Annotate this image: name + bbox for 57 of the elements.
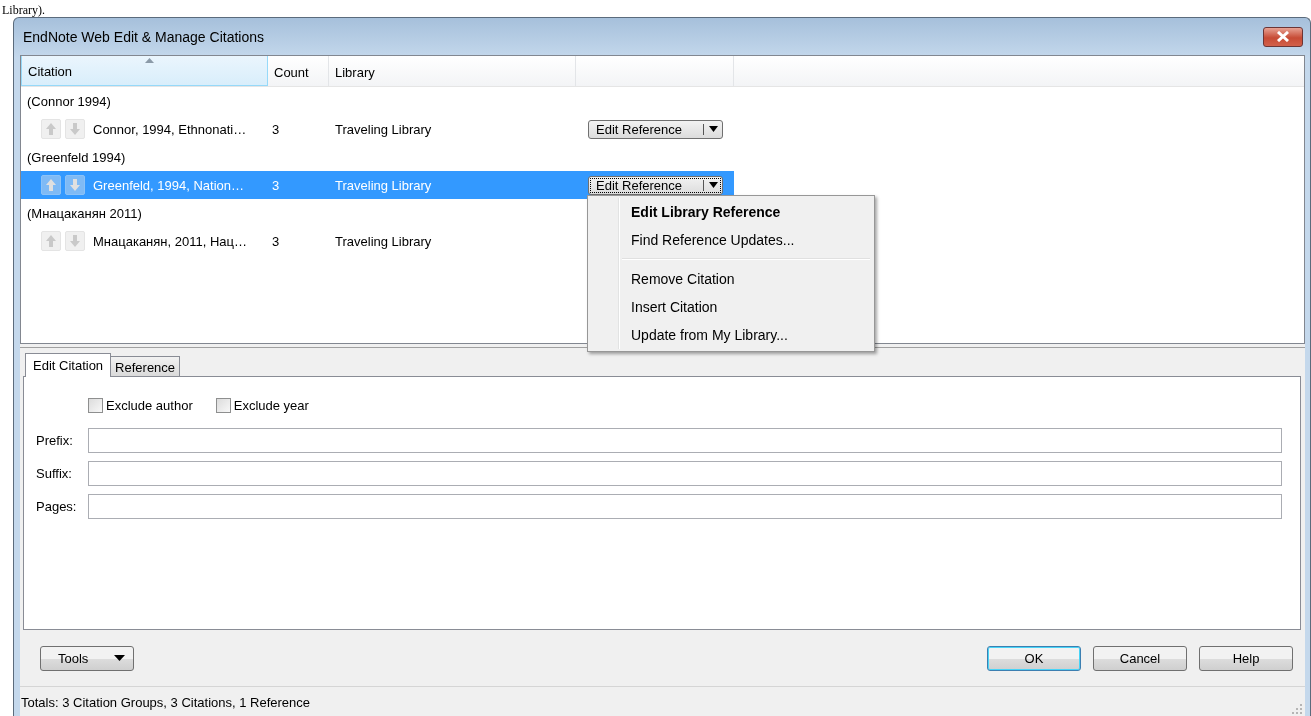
window-title: EndNote Web Edit & Manage Citations	[22, 28, 264, 45]
input-field[interactable]	[88, 494, 1282, 519]
menu-item[interactable]: Edit Library Reference	[590, 198, 872, 226]
input-field[interactable]	[88, 461, 1282, 486]
close-icon	[1276, 31, 1290, 42]
column-header[interactable]: Library	[329, 56, 576, 86]
library-text: Traveling Library	[334, 233, 433, 249]
menu-item[interactable]: Update from My Library...	[590, 321, 872, 349]
move-up-button[interactable]	[41, 175, 61, 195]
tab[interactable]: Edit Citation	[25, 353, 112, 377]
citation-text: Connor, 1994, Ethnonati…	[93, 121, 247, 137]
edit-reference-button[interactable]: Edit Reference	[588, 175, 723, 195]
citation-text: Мнацаканян, 2011, Нац…	[93, 233, 247, 249]
dropdown-arrow-icon	[709, 182, 718, 188]
column-header[interactable]: Citation	[21, 56, 268, 86]
library-text: Traveling Library	[334, 121, 433, 137]
close-button[interactable]	[1263, 26, 1303, 47]
move-up-button[interactable]	[41, 119, 61, 139]
library-text: Traveling Library	[334, 177, 433, 193]
resize-grip-icon	[1292, 704, 1302, 714]
move-down-button[interactable]	[65, 119, 85, 139]
checkbox[interactable]	[88, 397, 103, 413]
dropdown-arrow-icon	[709, 126, 718, 132]
count-text: 3	[271, 233, 281, 249]
status-text: Totals: 3 Citation Groups, 3 Citations, 1 Reference	[21, 694, 311, 710]
citation-row[interactable]: Greenfeld, 1994, Nation… 3 Traveling Library Edit Reference	[21, 171, 734, 199]
citation-row[interactable]: Мнацаканян, 2011, Нац… 3 Traveling Library	[21, 227, 576, 255]
menu-item[interactable]: Insert Citation	[590, 293, 872, 321]
move-down-button[interactable]	[65, 231, 85, 251]
move-down-button[interactable]	[65, 175, 85, 195]
input-field[interactable]	[88, 428, 1282, 453]
count-text: 3	[271, 177, 281, 193]
dialog-button[interactable]: Help	[1199, 645, 1293, 671]
checkbox-label: Exclude year	[233, 397, 309, 413]
field-label: Suffix:	[36, 466, 73, 481]
checkbox[interactable]	[215, 397, 231, 413]
checkbox-label: Exclude author	[106, 397, 193, 413]
field-label: Pages:	[36, 499, 78, 514]
citation-group[interactable]: (Connor 1994)	[21, 87, 111, 115]
citation-group[interactable]: (Мнацаканян 2011)	[21, 199, 142, 227]
move-up-button[interactable]	[41, 231, 61, 251]
field-label: Prefix:	[36, 433, 74, 448]
tools-button[interactable]: Tools	[40, 645, 134, 671]
edit-reference-button[interactable]: Edit Reference	[588, 119, 723, 139]
dialog-button[interactable]: OK	[987, 645, 1081, 671]
count-text: 3	[271, 121, 281, 137]
tab[interactable]: Reference	[110, 356, 181, 376]
menu-item[interactable]: Find Reference Updates...	[590, 226, 872, 254]
citation-group[interactable]: (Greenfeld 1994)	[21, 143, 126, 171]
sort-arrow-icon	[144, 58, 154, 63]
column-header[interactable]: Count	[268, 56, 329, 86]
citation-row[interactable]: Connor, 1994, Ethnonati… 3 Traveling Library Edit Reference	[21, 115, 734, 143]
dropdown-arrow-icon	[114, 655, 125, 661]
menu-item[interactable]: Remove Citation	[590, 265, 872, 293]
citation-text: Greenfeld, 1994, Nation…	[93, 177, 245, 193]
document-text: Library).	[1, 3, 45, 18]
dialog-button[interactable]: Cancel	[1093, 645, 1187, 671]
